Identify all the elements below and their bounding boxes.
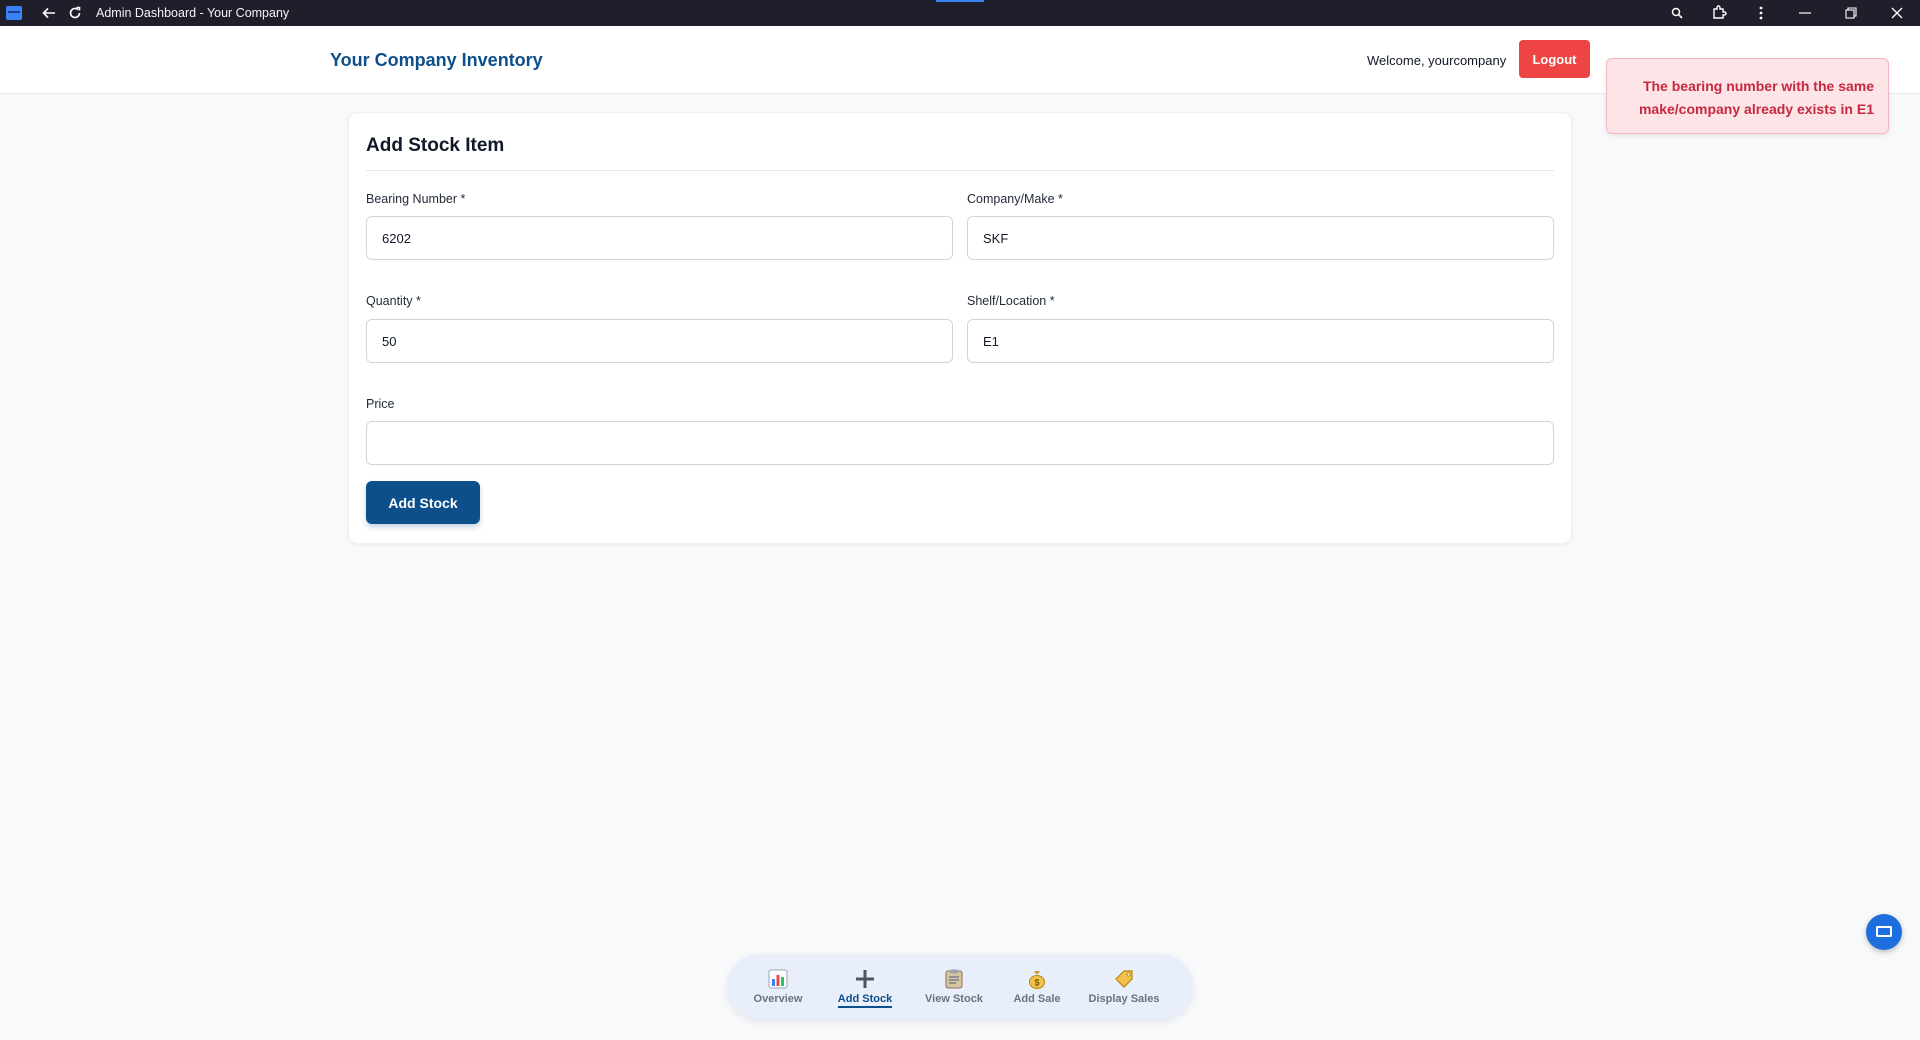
money-bag-icon: $ bbox=[1026, 968, 1048, 990]
screen-icon bbox=[1876, 926, 1892, 937]
zoom-icon[interactable] bbox=[1656, 0, 1698, 26]
minimize-icon[interactable] bbox=[1782, 0, 1828, 26]
company-make-input[interactable] bbox=[967, 216, 1554, 260]
nav-item-overview[interactable]: Overview bbox=[752, 954, 804, 1020]
close-icon[interactable] bbox=[1874, 0, 1920, 26]
reload-icon[interactable] bbox=[62, 0, 88, 26]
error-toast[interactable]: The bearing number with the same make/co… bbox=[1606, 58, 1889, 134]
window-titlebar: Admin Dashboard - Your Company bbox=[0, 0, 1920, 26]
form-title: Add Stock Item bbox=[366, 135, 505, 156]
restore-icon[interactable] bbox=[1828, 0, 1874, 26]
more-menu-icon[interactable] bbox=[1740, 0, 1782, 26]
bearing-number-label: Bearing Number * bbox=[366, 192, 466, 206]
quantity-input[interactable] bbox=[366, 319, 953, 363]
brand-title[interactable]: Your Company Inventory bbox=[330, 50, 543, 71]
add-stock-card: Add Stock Item Bearing Number * Company/… bbox=[348, 112, 1572, 544]
back-arrow-icon[interactable] bbox=[36, 0, 62, 26]
screen-share-button[interactable] bbox=[1866, 914, 1902, 950]
company-make-label: Company/Make * bbox=[967, 192, 1063, 206]
price-tag-icon bbox=[1113, 968, 1135, 990]
plus-icon bbox=[854, 968, 876, 990]
price-label: Price bbox=[366, 397, 395, 411]
shelf-location-input[interactable] bbox=[967, 319, 1554, 363]
nav-item-view-stock[interactable]: View Stock bbox=[922, 954, 986, 1020]
nav-item-add-stock[interactable]: Add Stock bbox=[830, 954, 900, 1020]
nav-item-add-sale[interactable]: $ Add Sale bbox=[1011, 954, 1063, 1020]
extensions-icon[interactable] bbox=[1698, 0, 1740, 26]
price-input[interactable] bbox=[366, 421, 1554, 465]
quantity-label: Quantity * bbox=[366, 294, 421, 308]
logout-button[interactable]: Logout bbox=[1519, 40, 1590, 78]
bar-chart-icon bbox=[767, 968, 789, 990]
tab-indicator bbox=[936, 0, 984, 2]
bottom-nav: Overview Add Stock View Stock $ Add Sale… bbox=[727, 954, 1193, 1020]
bearing-number-input[interactable] bbox=[366, 216, 953, 260]
window-title: Admin Dashboard - Your Company bbox=[96, 6, 290, 20]
divider bbox=[366, 170, 1554, 171]
clipboard-icon bbox=[943, 968, 965, 990]
toast-message: The bearing number with the same make/co… bbox=[1638, 78, 1874, 117]
shelf-location-label: Shelf/Location * bbox=[967, 294, 1055, 308]
nav-item-display-sales[interactable]: Display Sales bbox=[1085, 954, 1163, 1020]
app-icon bbox=[6, 6, 22, 20]
svg-text:$: $ bbox=[1034, 978, 1039, 988]
add-stock-button[interactable]: Add Stock bbox=[366, 481, 480, 524]
welcome-text: Welcome, yourcompany bbox=[1367, 53, 1507, 68]
